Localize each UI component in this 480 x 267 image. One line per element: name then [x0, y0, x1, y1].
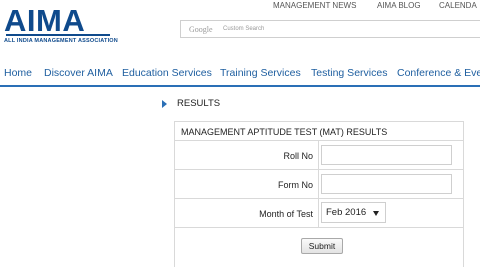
form-title: MANAGEMENT APTITUDE TEST (MAT) RESULTS — [175, 122, 463, 141]
nav-item-testing-services[interactable]: Testing Services — [311, 67, 387, 79]
nav-item-conference-events[interactable]: Conference & Eve — [397, 67, 480, 79]
bullet-arrow-icon — [162, 100, 167, 108]
google-icon: Google — [189, 25, 213, 34]
row-divider — [318, 199, 319, 227]
month-of-test-select[interactable]: Feb 2016 — [321, 202, 386, 223]
month-of-test-label: Month of Test — [259, 209, 313, 219]
top-link-management-news[interactable]: MANAGEMENT NEWS — [273, 1, 356, 10]
form-row-submit: Submit — [175, 235, 463, 263]
row-divider — [318, 141, 319, 169]
top-links: MANAGEMENT NEWS AIMA BLOG CALENDA — [273, 1, 480, 13]
roll-no-field[interactable] — [321, 145, 452, 165]
form-no-label: Form No — [277, 180, 313, 190]
chevron-down-icon — [373, 211, 379, 216]
form-row-form-no: Form No — [175, 170, 463, 199]
results-form: MANAGEMENT APTITUDE TEST (MAT) RESULTS R… — [174, 121, 464, 267]
form-row-month-of-test: Month of Test Feb 2016 — [175, 199, 463, 228]
nav-item-discover-aima[interactable]: Discover AIMA — [44, 67, 113, 79]
nav-item-home[interactable]: Home — [4, 67, 32, 79]
top-link-aima-blog[interactable]: AIMA BLOG — [377, 1, 421, 10]
form-row-roll-no: Roll No — [175, 141, 463, 170]
form-no-field[interactable] — [321, 174, 452, 194]
month-of-test-value: Feb 2016 — [326, 207, 367, 218]
main-nav: Home Discover AIMA Education Services Tr… — [0, 59, 480, 87]
search-placeholder: Custom Search — [223, 26, 265, 32]
logo[interactable]: AIMA — [4, 5, 85, 36]
submit-button[interactable]: Submit — [301, 238, 343, 254]
page-title: RESULTS — [177, 98, 221, 109]
row-divider — [318, 170, 319, 198]
nav-item-education-services[interactable]: Education Services — [122, 67, 212, 79]
nav-item-training-services[interactable]: Training Services — [220, 67, 301, 79]
top-link-calendar[interactable]: CALENDA — [439, 1, 477, 10]
search-input[interactable]: Google Custom Search — [180, 20, 480, 38]
roll-no-label: Roll No — [283, 151, 313, 161]
logo-underline — [6, 34, 110, 36]
logo-subtitle: ALL INDIA MANAGEMENT ASSOCIATION — [4, 38, 118, 44]
